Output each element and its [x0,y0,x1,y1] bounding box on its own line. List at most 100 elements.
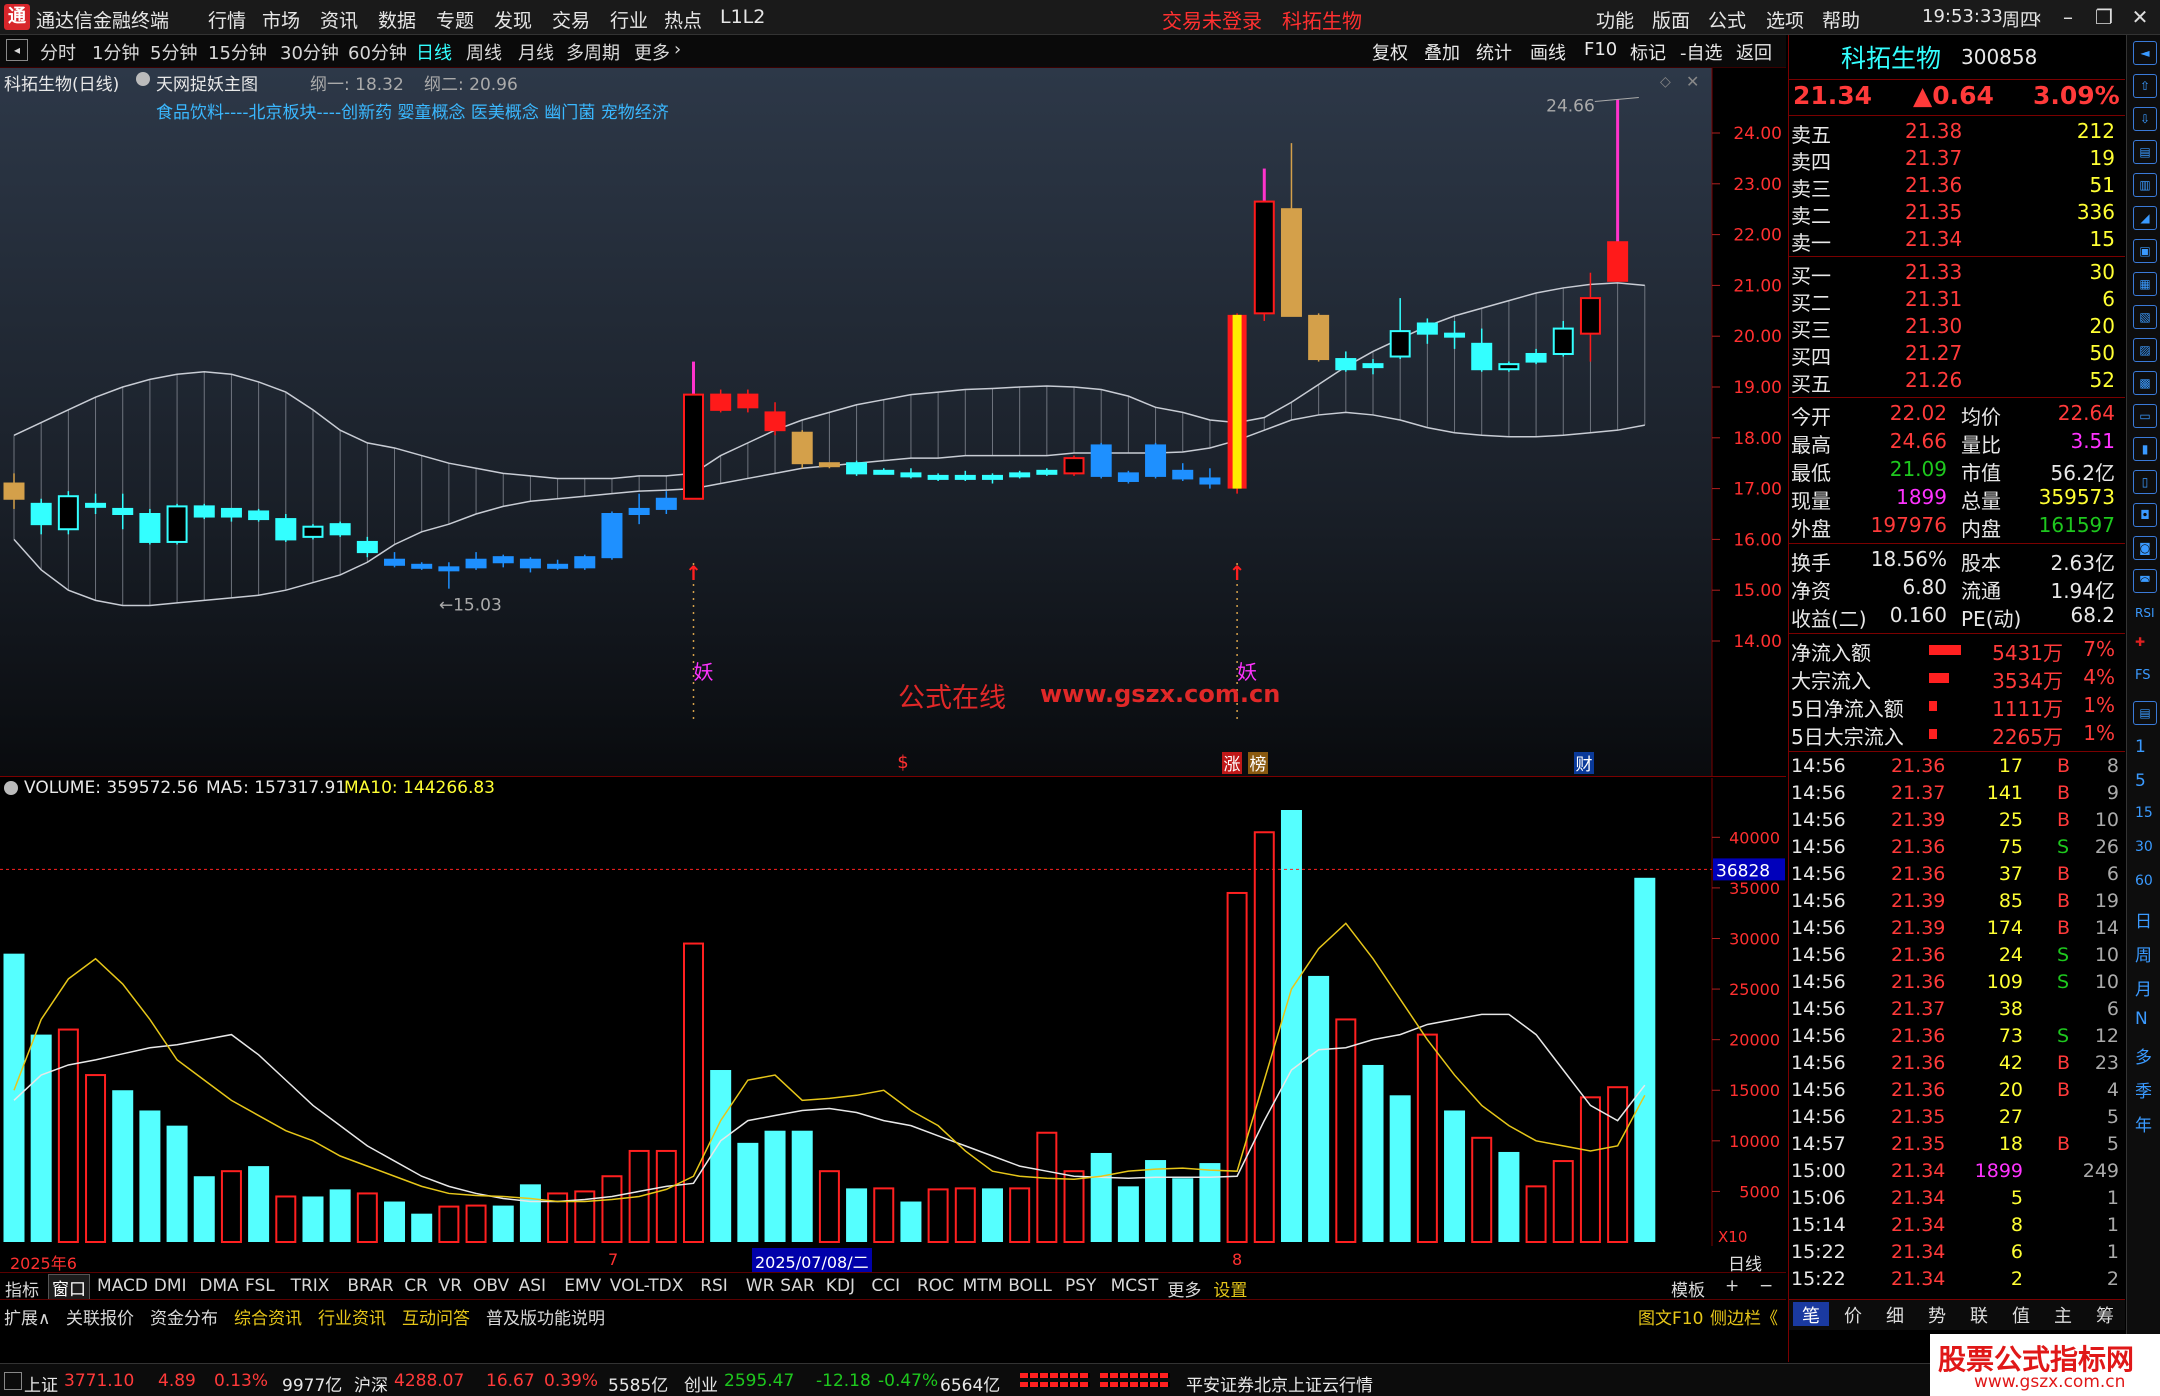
extension-tab[interactable]: 综合资讯 [234,1304,302,1329]
market-breadth-icon[interactable] [1020,1370,1180,1390]
volume-toggle-icon[interactable] [4,781,18,795]
quote-tab[interactable]: 价 [1835,1302,1871,1327]
concept-tags[interactable]: 食品饮料----北京板块----创新药 婴童概念 医美概念 幽门菌 宠物经济 [156,98,669,123]
quote-tab[interactable]: 主 [2045,1302,2081,1327]
sidebar-tool-icon[interactable]: ⇧ [2133,74,2157,98]
indicator-tab[interactable]: MACD [94,1276,151,1296]
period-tab[interactable]: 周线 [466,39,502,65]
sidebar-tool-icon[interactable]: ▭ [2133,404,2157,428]
indicator-tab[interactable]: FSL [242,1276,278,1296]
diamond-icon[interactable]: ◇ [1660,74,1671,90]
right-menu-item[interactable]: 选项 [1766,6,1804,33]
more-chevron-icon[interactable]: › [674,39,681,60]
sidebar-tool-icon[interactable]: ▥ [2133,173,2157,197]
extension-tab[interactable]: 资金分布 [150,1304,218,1329]
sidebar-tool-icon[interactable]: ⇩ [2133,107,2157,131]
template-button[interactable]: 模板 [1668,1276,1708,1301]
quote-tab[interactable]: 筹 [2087,1302,2123,1327]
fund-flow-row[interactable]: 5日大宗流入 2265万 1% [1789,721,2125,749]
indicator-tab[interactable]: BOLL [1005,1276,1055,1296]
bid-row[interactable]: 买一 21.33 30 [1789,260,2125,288]
indicator-tab[interactable]: ROC [914,1276,957,1296]
ask-row[interactable]: 卖二 21.35 336 [1789,200,2125,228]
toolbar-action[interactable]: 画线 [1530,39,1566,65]
extension-tab[interactable]: 互动问答 [402,1304,470,1329]
quote-tab[interactable]: 值 [2003,1302,2039,1327]
sidebar-period[interactable]: 5 [2135,771,2146,791]
indicator-tab[interactable]: DMA [196,1276,241,1296]
sh-index-label[interactable]: 上证 [24,1371,58,1396]
sidebar-tool-icon[interactable]: ▯ [2133,470,2157,494]
indicator-tab[interactable]: DMI [151,1276,190,1296]
sidebar-tool-icon[interactable]: ▮ [2133,437,2157,461]
quote-tab[interactable]: 笔 [1793,1302,1829,1327]
sidebar-tool-icon[interactable]: ▩ [2133,371,2157,395]
bid-row[interactable]: 买四 21.27 50 [1789,341,2125,369]
quote-tab[interactable]: 细 [1877,1302,1913,1327]
fund-flow-row[interactable]: 净流入额 5431万 7% [1789,637,2125,665]
indicator-tab[interactable]: CR [401,1276,431,1296]
sidebar-period[interactable]: 年 [2135,1111,2152,1136]
extension-tab[interactable]: 关联报价 [66,1304,134,1329]
right-menu-item[interactable]: 功能 [1596,6,1634,33]
indicator-tab[interactable]: BRAR [344,1276,396,1296]
right-menu-item[interactable]: 公式 [1708,6,1746,33]
indicator-tab[interactable]: SAR [777,1276,818,1296]
indicator-tab[interactable]: 指标 [2,1276,42,1301]
indicator-tab[interactable]: TRIX [288,1276,333,1296]
extension-tab[interactable]: 普及版功能说明 [486,1304,605,1329]
toolbar-action[interactable]: -自选 [1680,39,1723,65]
zoom-in-button[interactable]: + [1722,1276,1742,1296]
indicator-tab[interactable]: WR [743,1276,778,1296]
sidebar-label[interactable]: ✚ [2135,635,2145,649]
indicator-tab[interactable]: PSY [1062,1276,1099,1296]
sidebar-tool-icon[interactable]: ◚ [2133,569,2157,593]
ask-row[interactable]: 卖三 21.36 51 [1789,173,2125,201]
top-menu-item[interactable]: 发现 [494,6,532,33]
indicator-tab[interactable]: VOL-TDX [607,1276,687,1296]
sidebar-tool-icon[interactable]: ▣ [2133,239,2157,263]
sidebar-tool-icon[interactable]: ▨ [2133,338,2157,362]
indicator-tab[interactable]: KDJ [823,1276,858,1296]
indicator-tab[interactable]: RSI [697,1276,731,1296]
main-chart-panel[interactable]: 24.00 23.00 22.00 21.00 20.00 19.00 18.00 17.00… [0,68,1786,776]
sidebar-tool-icon[interactable]: ◙ [2133,536,2157,560]
panel-close-icon[interactable]: ✕ [1686,72,1699,91]
top-menu-item[interactable]: 热点 [664,6,702,33]
right-menu-item[interactable]: 帮助 [1822,6,1860,33]
status-menu-icon[interactable] [4,1372,22,1390]
period-tab[interactable]: 多周期 [566,39,620,65]
indicator-tab[interactable]: OBV [470,1276,512,1296]
period-tab[interactable]: 30分钟 [280,39,339,65]
sidebar-period[interactable]: 多 [2135,1043,2152,1068]
right-menu-item[interactable]: 版面 [1652,6,1690,33]
indicator-tab[interactable]: MCST [1108,1276,1162,1296]
toolbar-action[interactable]: 统计 [1476,39,1512,65]
period-tab[interactable]: 15分钟 [208,39,267,65]
top-menu-item[interactable]: 数据 [378,6,416,33]
indicator-tab[interactable]: 更多 [1164,1276,1204,1301]
indicator-tab[interactable]: VR [436,1276,465,1296]
indicator-tab[interactable]: 窗口 [48,1274,90,1301]
close-icon[interactable]: ✕ [2122,2,2158,32]
bid-row[interactable]: 买五 21.26 52 [1789,368,2125,396]
minimize-icon[interactable]: – [2050,2,2086,32]
sidebar-period[interactable]: 季 [2135,1077,2152,1102]
quote-tab[interactable]: 联 [1961,1302,1997,1327]
quote-tab[interactable]: 势 [1919,1302,1955,1327]
extension-tab[interactable]: 行业资讯 [318,1304,386,1329]
sidebar-period[interactable]: 30 [2135,839,2153,855]
indicator-toggle-icon[interactable] [136,72,150,86]
indicator-tab[interactable]: MTM [960,1276,1006,1296]
sidebar-period[interactable]: 月 [2135,975,2152,1000]
indicator-tab[interactable]: EMV [561,1276,604,1296]
toolbar-action[interactable]: 叠加 [1424,39,1460,65]
sidebar-tool-icon[interactable]: ◄ [2133,41,2157,65]
top-menu-item[interactable]: 专题 [436,6,474,33]
fund-flow-row[interactable]: 大宗流入 3534万 4% [1789,665,2125,693]
sz-index-label[interactable]: 沪深 [354,1371,388,1396]
sidebar-period[interactable]: 1 [2135,737,2146,757]
period-tab[interactable]: 日线 [416,39,452,65]
period-tab[interactable]: 更多 [634,39,670,65]
toolbar-menu-icon[interactable]: ◂ [6,39,28,61]
